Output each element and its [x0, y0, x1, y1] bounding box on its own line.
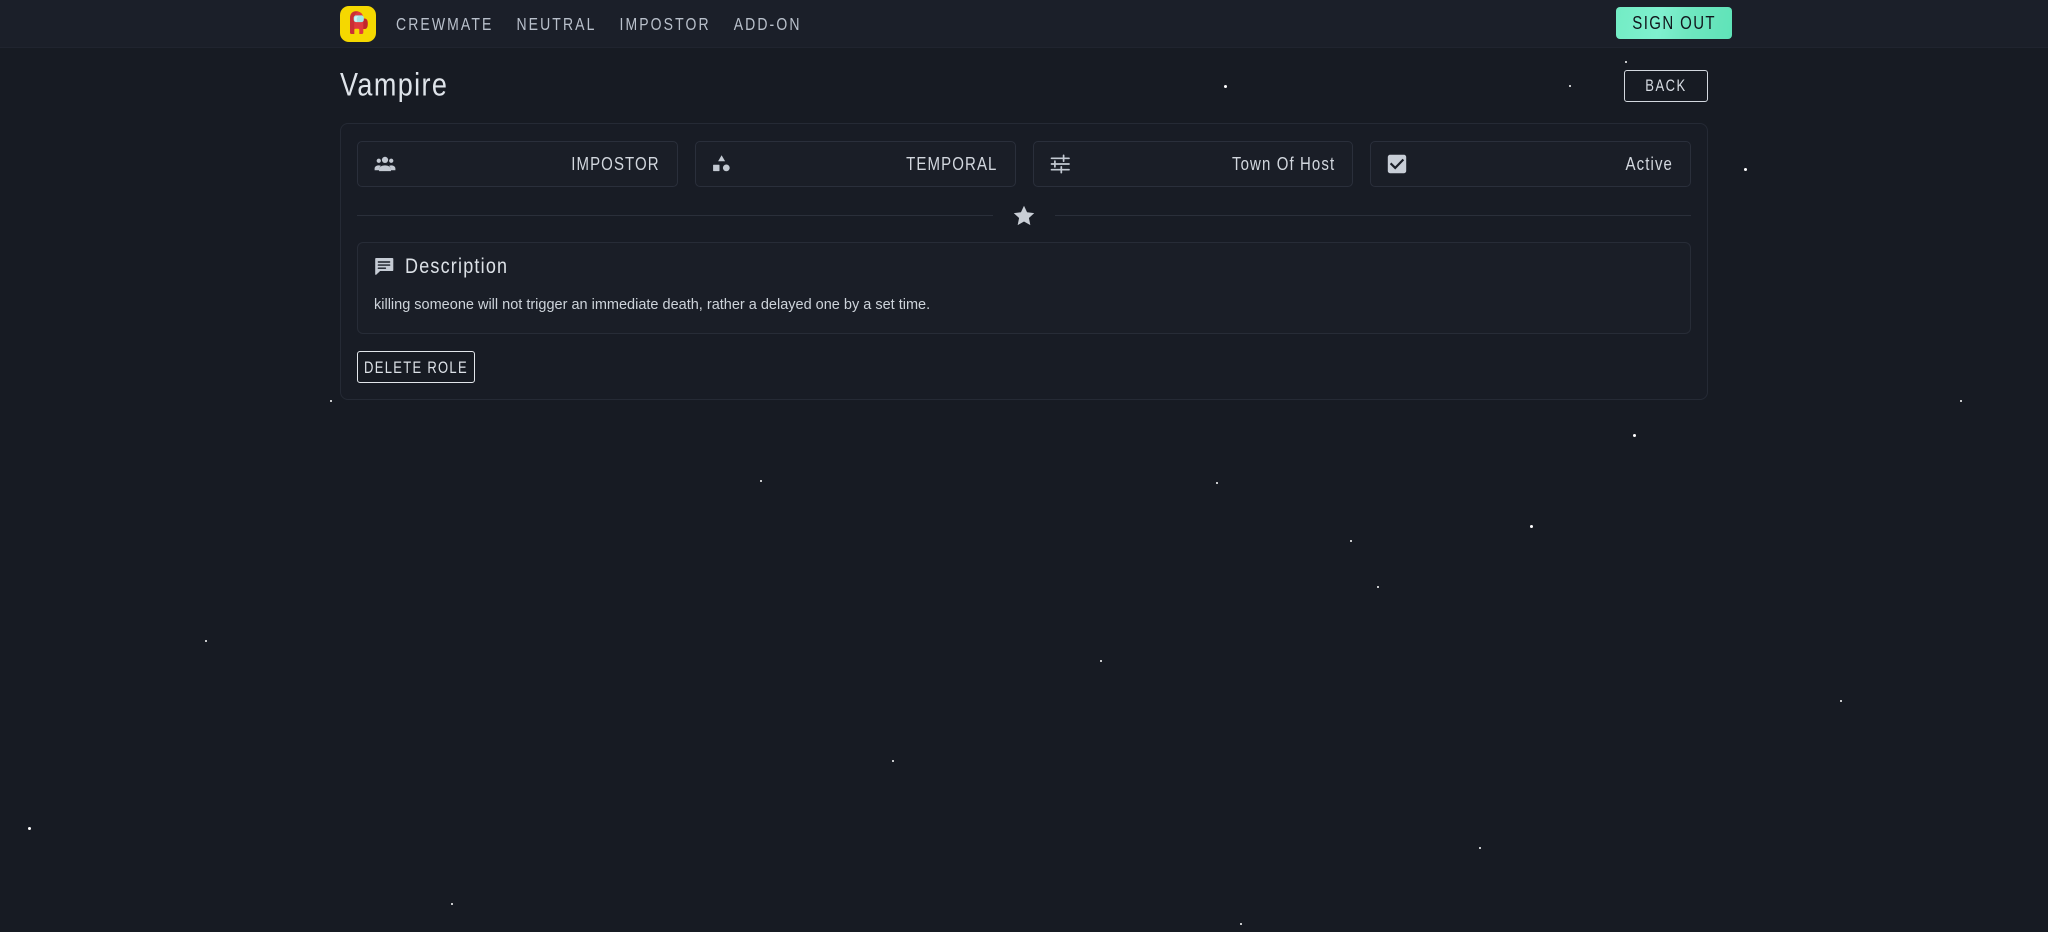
page-title: Vampire: [340, 66, 449, 103]
star-dot: [330, 400, 332, 402]
description-header: Description: [374, 253, 1674, 278]
info-card-source-label: Town Of Host: [1232, 153, 1336, 175]
top-navbar: CREWMATE NEUTRAL IMPOSTOR ADD-ON SIGN OU…: [0, 0, 2048, 48]
star-dot: [1530, 525, 1533, 528]
nav-link-crewmate[interactable]: CREWMATE: [396, 14, 493, 34]
info-card-status-label: Active: [1625, 153, 1673, 175]
star-dot: [1479, 847, 1481, 849]
star-dot: [1960, 400, 1962, 402]
star-icon: [1013, 205, 1035, 226]
star-dot: [205, 640, 207, 642]
star-dot: [892, 760, 894, 762]
divider-rule-right: [1055, 215, 1691, 216]
info-card-type[interactable]: TEMPORAL: [694, 141, 1016, 187]
star-dot: [1840, 700, 1842, 702]
star-dot: [1240, 923, 1242, 925]
sign-out-button[interactable]: SIGN OUT: [1616, 7, 1732, 39]
info-cards-row: IMPOSTOR TEMPORAL Town Of Host Active: [357, 141, 1691, 187]
nav-link-neutral[interactable]: NEUTRAL: [516, 14, 596, 34]
page-header: Vampire BACK: [340, 48, 1708, 123]
star-dot: [451, 903, 453, 905]
divider-rule-left: [357, 215, 993, 216]
star-divider: [357, 205, 1691, 226]
star-dot: [1216, 482, 1218, 484]
description-box: Description killing someone will not tri…: [357, 242, 1691, 335]
sign-out-label: SIGN OUT: [1632, 12, 1716, 34]
star-dot: [28, 827, 31, 830]
among-us-crewmate-logo-icon[interactable]: [340, 5, 376, 42]
back-button[interactable]: BACK: [1624, 69, 1708, 102]
description-title: Description: [405, 253, 509, 278]
delete-role-label: DELETE ROLE: [364, 357, 468, 377]
nav-link-addon[interactable]: ADD-ON: [734, 14, 802, 34]
role-detail-panel: IMPOSTOR TEMPORAL Town Of Host Active De…: [340, 123, 1708, 401]
info-card-source[interactable]: Town Of Host: [1032, 141, 1354, 187]
description-text: killing someone will not trigger an imme…: [374, 297, 931, 313]
page-content: Vampire BACK IMPOSTOR TEMPORAL Town Of H…: [0, 48, 2048, 401]
info-card-status[interactable]: Active: [1370, 141, 1691, 187]
star-dot: [1350, 540, 1352, 542]
delete-role-button[interactable]: DELETE ROLE: [357, 351, 475, 384]
tune-icon: [1050, 154, 1071, 174]
back-label: BACK: [1645, 76, 1687, 95]
nav-links: CREWMATE NEUTRAL IMPOSTOR ADD-ON: [396, 14, 802, 34]
category-icon: [712, 154, 732, 174]
star-dot: [1100, 660, 1102, 662]
info-card-team-label: IMPOSTOR: [571, 153, 660, 175]
star-dot: [1633, 434, 1636, 437]
info-card-team[interactable]: IMPOSTOR: [357, 141, 678, 187]
star-dot: [1377, 586, 1379, 588]
comment-icon: [374, 257, 394, 276]
nav-link-impostor[interactable]: IMPOSTOR: [619, 14, 710, 34]
star-dot: [760, 480, 762, 482]
groups-icon: [374, 156, 396, 172]
info-card-type-label: TEMPORAL: [906, 153, 998, 175]
checkbox-checked-icon: [1387, 154, 1407, 174]
